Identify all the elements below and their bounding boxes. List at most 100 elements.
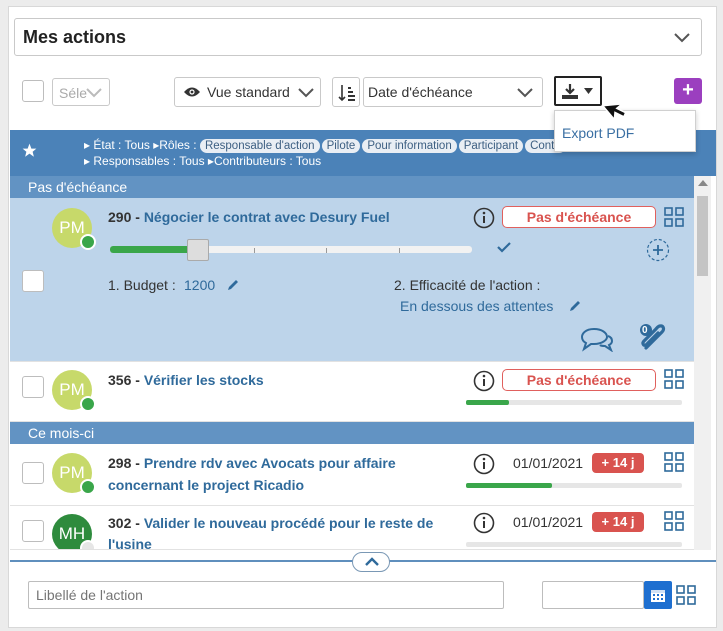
view-select[interactable]: Vue standard xyxy=(174,77,321,107)
action-title[interactable]: 290 - Négocier le contrat avec Desury Fu… xyxy=(108,209,390,225)
avatar: PM xyxy=(52,208,96,250)
action-title[interactable]: 356 - Vérifier les stocks xyxy=(108,372,264,388)
mouse-cursor-icon xyxy=(604,102,627,122)
budget-value[interactable]: 1200 xyxy=(184,277,215,293)
chevron-up-icon xyxy=(365,557,379,566)
row-checkbox[interactable] xyxy=(22,462,44,484)
slider-tick xyxy=(399,248,400,253)
action-row-290[interactable]: PM 290 - Négocier le contrat avec Desury… xyxy=(10,198,694,362)
action-title[interactable]: 302 - Valider le nouveau procédé pour le… xyxy=(108,515,433,531)
info-icon[interactable] xyxy=(473,370,495,392)
chevron-down-icon xyxy=(298,88,314,98)
progress-slider-handle[interactable] xyxy=(186,239,209,261)
due-date: 01/01/2021 xyxy=(513,514,584,530)
row-checkbox[interactable] xyxy=(22,270,44,292)
sort-field-select[interactable]: Date d'échéance xyxy=(363,77,543,107)
action-title[interactable]: 298 - Prendre rdv avec Avocats pour affa… xyxy=(108,455,396,471)
filter-roles-label: Rôles xyxy=(159,138,190,152)
actions-title-select[interactable]: Mes actions xyxy=(14,18,702,56)
filter-etat-value: Tous xyxy=(124,138,150,152)
progress-slider[interactable] xyxy=(110,246,472,253)
sort-ascending-icon xyxy=(338,85,355,102)
avatar-initials: MH xyxy=(58,524,86,543)
action-row-356[interactable]: PM 356 - Vérifier les stocks Pas d'échéa… xyxy=(10,362,694,422)
row-checkbox[interactable] xyxy=(22,520,44,542)
section-header-this-month: Ce mois-ci xyxy=(10,422,694,444)
comments-icon[interactable] xyxy=(580,326,614,352)
role-chip[interactable]: Pilote xyxy=(321,139,361,153)
chevron-down-icon xyxy=(517,88,533,98)
info-icon[interactable] xyxy=(473,453,495,475)
pencil-icon[interactable] xyxy=(568,299,582,313)
grid-icon[interactable] xyxy=(676,585,696,605)
action-title-link[interactable]: Vérifier les stocks xyxy=(144,372,264,388)
export-button[interactable] xyxy=(554,76,602,106)
filter-line-people: ▸ Responsables : Tous ▸Contributeurs : T… xyxy=(84,154,322,168)
status-badge: Pas d'échéance xyxy=(502,369,656,391)
filter-line-state-roles: ▸ État : Tous ▸Rôles : Responsable d'act… xyxy=(84,138,568,153)
progress-slider-fill xyxy=(110,246,197,253)
progress-bar-fill xyxy=(466,400,510,405)
scroll-up-icon[interactable] xyxy=(698,180,708,186)
slider-tick xyxy=(326,248,327,253)
grid-icon[interactable] xyxy=(664,511,684,531)
action-title-continued[interactable]: concernant le project Ricadio xyxy=(108,477,304,493)
sort-field-label: Date d'échéance xyxy=(368,84,473,100)
row-checkbox[interactable] xyxy=(22,376,44,398)
grid-icon[interactable] xyxy=(664,452,684,472)
action-title-continued[interactable]: l'usine xyxy=(108,536,152,549)
progress-bar xyxy=(466,542,682,547)
export-pdf-item[interactable]: Export PDF xyxy=(562,125,634,141)
quick-add-bar xyxy=(10,552,716,626)
bulk-select-placeholder: Séle xyxy=(59,85,88,101)
grid-icon[interactable] xyxy=(664,369,684,389)
chevron-down-icon xyxy=(86,88,102,98)
online-status-dot xyxy=(80,479,96,495)
filter-responsables-label: Responsables xyxy=(93,154,170,168)
calendar-button[interactable] xyxy=(644,581,672,609)
action-row-298[interactable]: PM 298 - Prendre rdv avec Avocats pour a… xyxy=(10,444,694,506)
sort-direction-button[interactable] xyxy=(332,77,360,107)
scrollbar-thumb[interactable] xyxy=(697,196,708,276)
action-title-link[interactable]: Valider le nouveau procédé pour le reste… xyxy=(144,515,433,531)
action-row-302[interactable]: MH 302 - Valider le nouveau procédé pour… xyxy=(10,506,694,550)
action-title-link[interactable]: Négocier le contrat avec Desury Fuel xyxy=(144,209,390,225)
role-chip[interactable]: Participant xyxy=(458,139,524,153)
action-id: 290 xyxy=(108,209,132,225)
action-title-link[interactable]: Prendre rdv avec Avocats pour affaire xyxy=(144,455,396,471)
action-id: 302 xyxy=(108,515,132,531)
role-chip[interactable]: Responsable d'action xyxy=(199,139,320,153)
list-scrollbar[interactable] xyxy=(694,176,711,550)
efficacite-label: 2. Efficacité de l'action : xyxy=(394,277,541,293)
filter-contributeurs-label: Contributeurs xyxy=(213,154,286,168)
add-circle-icon[interactable] xyxy=(646,238,670,262)
slider-tick xyxy=(254,248,255,253)
online-status-dot xyxy=(80,234,96,250)
action-title-link-line2[interactable]: concernant le project Ricadio xyxy=(108,477,304,493)
add-action-button[interactable]: + xyxy=(674,78,702,104)
view-label: Vue standard xyxy=(207,84,290,100)
progress-bar-fill xyxy=(466,483,553,488)
filter-contributeurs-value: Tous xyxy=(295,154,322,168)
eye-icon xyxy=(184,87,200,97)
page-title: Mes actions xyxy=(23,27,127,47)
action-title-link-line2[interactable]: l'usine xyxy=(108,536,152,549)
collapse-button[interactable] xyxy=(352,552,390,572)
check-icon[interactable] xyxy=(497,241,511,253)
status-badge: Pas d'échéance xyxy=(502,206,656,228)
star-icon[interactable] xyxy=(22,143,37,158)
due-date-input[interactable] xyxy=(542,581,644,609)
select-all-checkbox[interactable] xyxy=(22,80,44,102)
grid-icon[interactable] xyxy=(664,207,684,227)
action-label-input[interactable] xyxy=(28,581,504,609)
pencil-icon[interactable] xyxy=(226,278,240,292)
role-chip[interactable]: Pour information xyxy=(362,139,457,153)
caret-down-icon xyxy=(584,88,593,94)
online-status-dot xyxy=(80,396,96,412)
info-icon[interactable] xyxy=(473,207,495,229)
attachment-count: 0 xyxy=(642,325,648,336)
efficacite-value[interactable]: En dessous des attentes xyxy=(400,298,553,314)
bulk-select-dropdown[interactable]: Séle xyxy=(52,78,110,106)
avatar: MH xyxy=(52,514,96,549)
info-icon[interactable] xyxy=(473,512,495,534)
